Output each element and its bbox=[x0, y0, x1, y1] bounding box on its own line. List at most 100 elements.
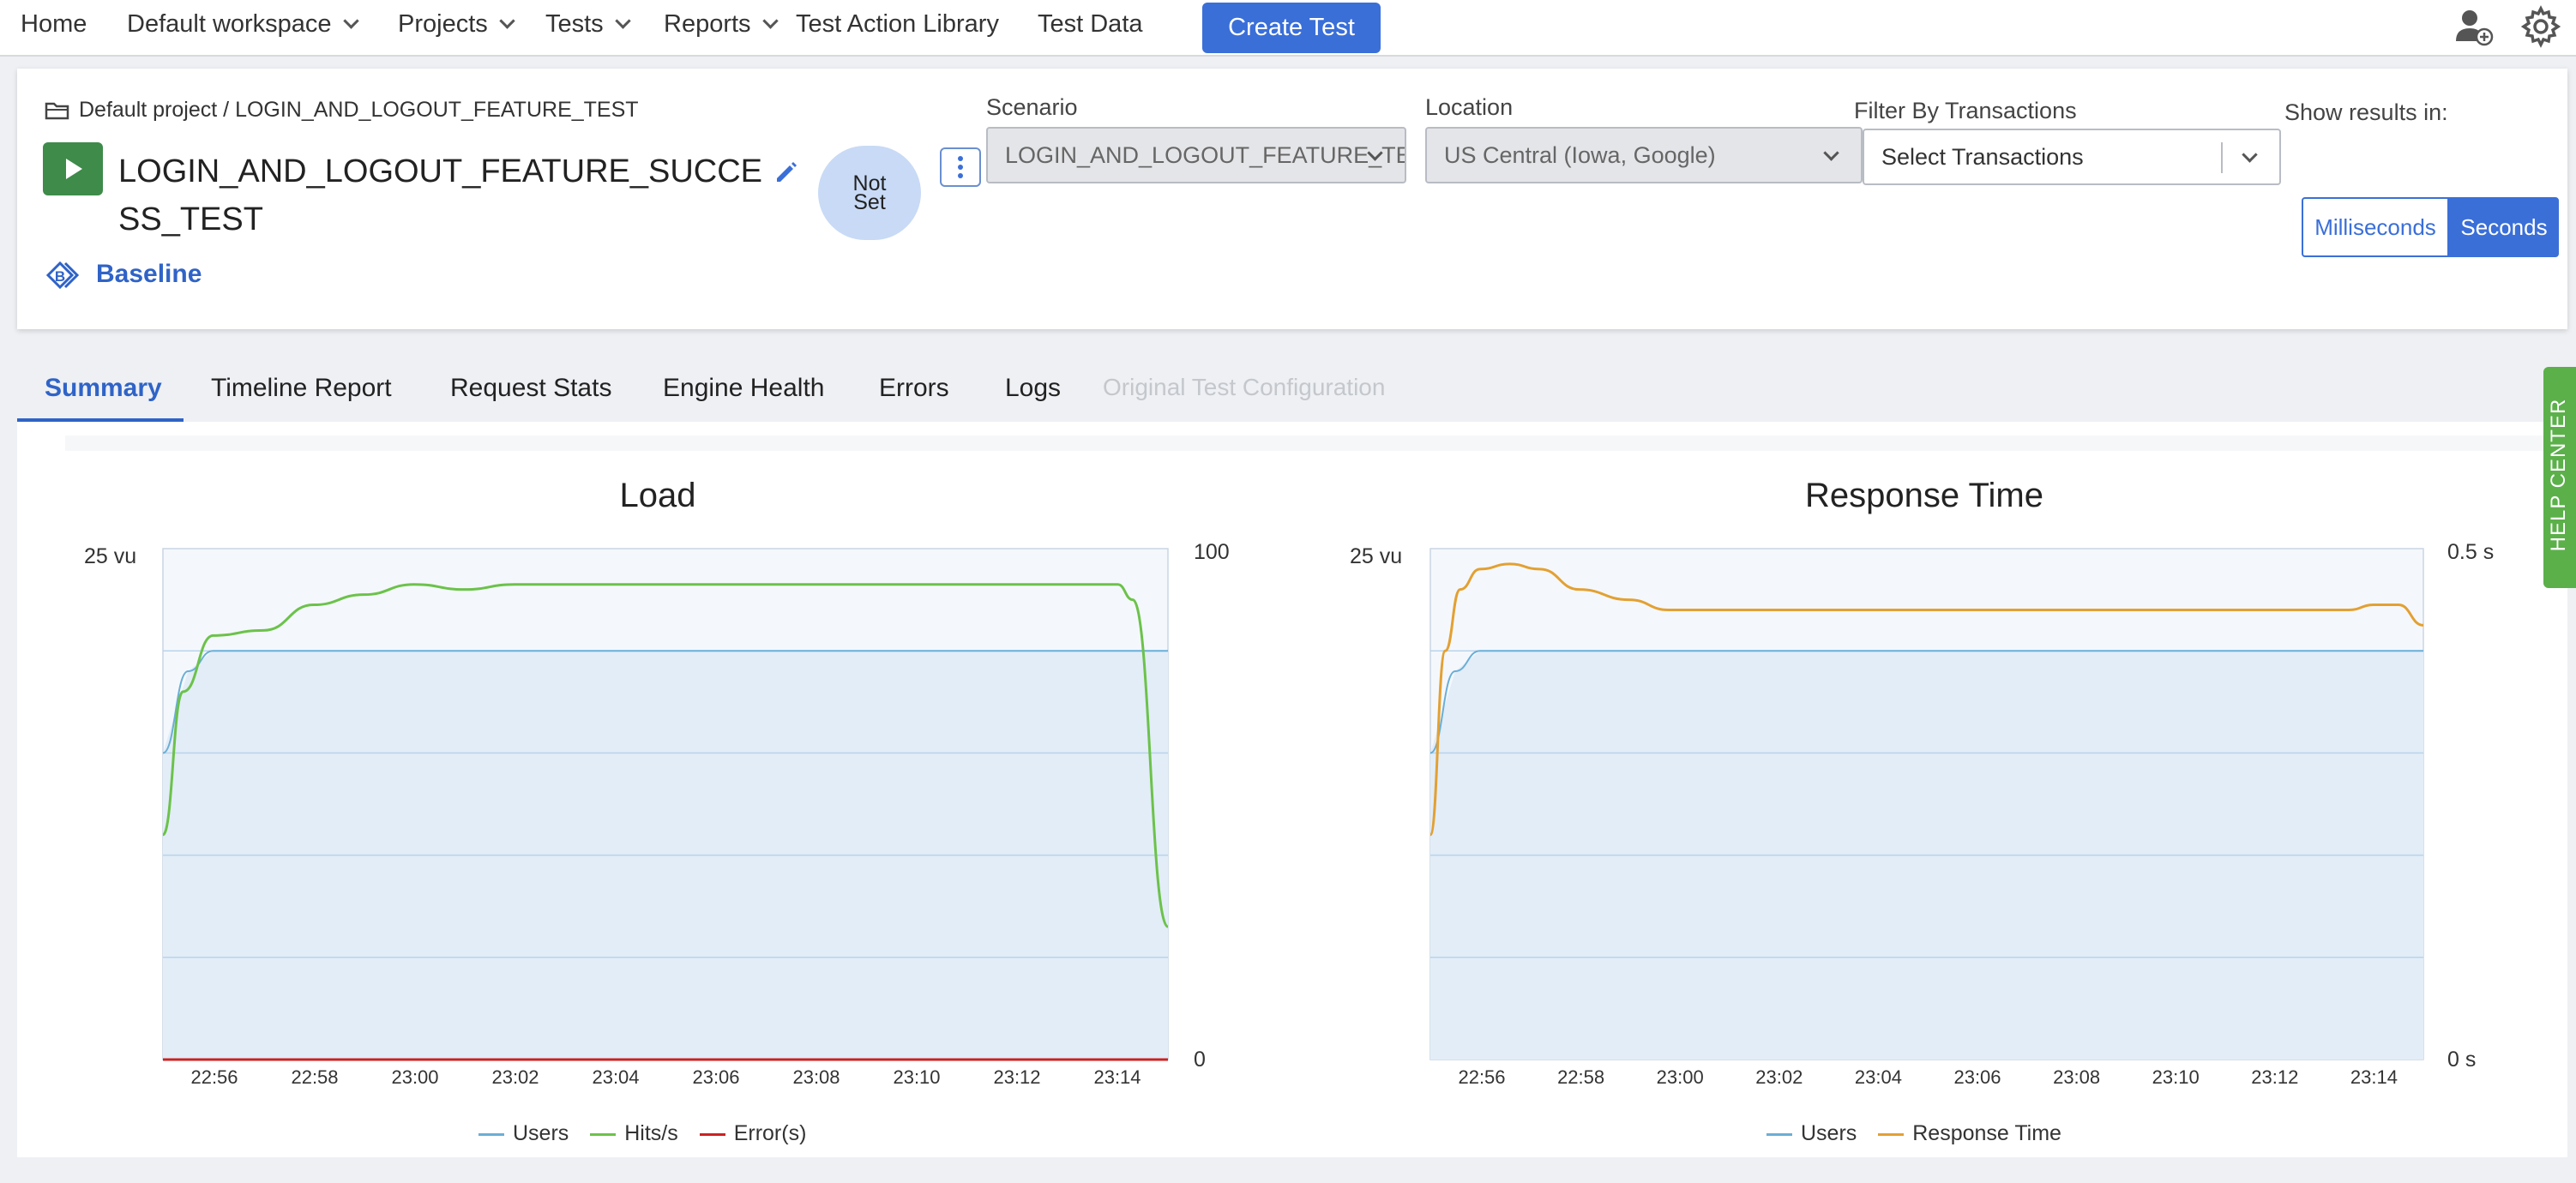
nav-tests[interactable]: Tests bbox=[545, 10, 631, 39]
baseline-label: Baseline bbox=[96, 259, 202, 288]
chevron-down-icon bbox=[499, 13, 515, 29]
add-user-icon[interactable] bbox=[2453, 5, 2495, 48]
x-tick-label: 23:00 bbox=[391, 1066, 439, 1088]
test-header-card: Default project / LOGIN_AND_LOGOUT_FEATU… bbox=[17, 69, 2567, 329]
nav-reports[interactable]: Reports bbox=[664, 10, 779, 39]
scenario-select: LOGIN_AND_LOGOUT_FEATURE_TEST bbox=[986, 127, 1406, 183]
legend-swatch bbox=[1878, 1132, 1905, 1136]
tab-original-test-configuration: Original Test Configuration bbox=[1103, 374, 1386, 400]
x-tick-label: 23:00 bbox=[1656, 1066, 1704, 1088]
tab-logs[interactable]: Logs bbox=[1005, 374, 1061, 403]
x-tick-label: 23:06 bbox=[692, 1066, 740, 1088]
chevron-down-icon bbox=[614, 13, 631, 29]
run-test-button[interactable] bbox=[43, 142, 103, 195]
x-tick-label: 22:56 bbox=[190, 1066, 238, 1088]
x-tick-label: 23:14 bbox=[1093, 1066, 1141, 1088]
x-tick-label: 23:10 bbox=[893, 1066, 941, 1088]
nav-reports-label: Reports bbox=[664, 10, 751, 38]
chevron-down-icon bbox=[761, 13, 779, 29]
baseline-link[interactable]: B Baseline bbox=[45, 259, 202, 291]
help-center-tab[interactable]: HELP CENTER bbox=[2543, 367, 2576, 588]
x-tick-label: 22:58 bbox=[1557, 1066, 1605, 1088]
status-line-2: Set bbox=[853, 190, 886, 214]
x-tick-label: 23:04 bbox=[1854, 1066, 1902, 1088]
create-test-button[interactable]: Create Test bbox=[1202, 3, 1381, 53]
load-left-axis-label: 25 vu bbox=[84, 544, 137, 568]
x-tick-label: 23:12 bbox=[993, 1066, 1041, 1088]
tab-request-stats[interactable]: Request Stats bbox=[450, 374, 611, 403]
summary-strip bbox=[65, 435, 2552, 451]
tab-engine-health[interactable]: Engine Health bbox=[663, 374, 824, 403]
response-time-plot-area bbox=[1429, 548, 2424, 1060]
breadcrumb-project[interactable]: Default project bbox=[79, 98, 217, 122]
legend-errors[interactable]: Error(s) bbox=[734, 1121, 807, 1145]
nav-test-action-library[interactable]: Test Action Library bbox=[796, 10, 999, 39]
nav-workspace-label: Default workspace bbox=[127, 10, 332, 38]
filter-transactions-select[interactable]: Select Transactions bbox=[1863, 129, 2281, 185]
load-right-axis-top: 100 bbox=[1194, 540, 1230, 564]
x-tick-label: 23:12 bbox=[2251, 1066, 2299, 1088]
folder-icon bbox=[45, 103, 69, 120]
rt-left-axis-label: 25 vu bbox=[1350, 544, 1403, 568]
load-legend: Users Hits/s Error(s) bbox=[463, 1121, 806, 1146]
legend-swatch bbox=[1766, 1132, 1792, 1136]
x-tick-label: 23:02 bbox=[491, 1066, 539, 1088]
tab-timeline-report[interactable]: Timeline Report bbox=[211, 374, 392, 403]
tab-summary[interactable]: Summary bbox=[45, 374, 162, 403]
legend-swatch bbox=[590, 1132, 617, 1136]
more-options-button[interactable] bbox=[940, 147, 981, 187]
location-value: US Central (Iowa, Google) bbox=[1444, 142, 1716, 168]
load-chart-title: Load bbox=[619, 477, 696, 514]
chevron-down-icon bbox=[342, 13, 359, 29]
x-tick-label: 23:04 bbox=[592, 1066, 640, 1088]
x-tick-label: 22:58 bbox=[291, 1066, 339, 1088]
test-name: LOGIN_AND_LOGOUT_FEATURE_SUCCESS_TEST bbox=[118, 153, 763, 237]
gear-icon[interactable] bbox=[2519, 5, 2562, 48]
x-tick-label: 23:14 bbox=[2350, 1066, 2398, 1088]
nav-test-data[interactable]: Test Data bbox=[1038, 10, 1143, 39]
chevron-down-icon bbox=[1823, 145, 1839, 161]
legend-swatch bbox=[478, 1132, 504, 1136]
legend-hits[interactable]: Hits/s bbox=[624, 1121, 678, 1145]
load-plot-area bbox=[161, 548, 1170, 1061]
breadcrumb-separator: / bbox=[223, 98, 230, 122]
filter-transactions-label: Filter By Transactions bbox=[1854, 98, 2077, 123]
svg-text:B: B bbox=[55, 268, 65, 285]
x-tick-label: 23:08 bbox=[2053, 1066, 2101, 1088]
help-center-label: HELP CENTER bbox=[2547, 398, 2570, 552]
nav-projects-label: Projects bbox=[398, 10, 488, 38]
x-tick-label: 23:10 bbox=[2152, 1066, 2200, 1088]
response-time-legend: Users Response Time bbox=[1751, 1121, 2061, 1146]
legend-response-time[interactable]: Response Time bbox=[1912, 1121, 2061, 1145]
seconds-toggle[interactable]: Seconds bbox=[2449, 197, 2559, 257]
response-time-chart-title: Response Time bbox=[1805, 477, 2043, 514]
rt-right-axis-top: 0.5 s bbox=[2447, 540, 2495, 564]
edit-pencil-icon[interactable] bbox=[772, 158, 799, 185]
rt-right-axis-bottom: 0 s bbox=[2447, 1048, 2477, 1072]
scenario-label: Scenario bbox=[986, 94, 1078, 120]
filter-transactions-placeholder: Select Transactions bbox=[1881, 144, 2084, 170]
legend-swatch bbox=[699, 1132, 725, 1136]
nav-tests-label: Tests bbox=[545, 10, 604, 38]
chevron-down-icon bbox=[2242, 147, 2258, 163]
x-tick-label: 23:08 bbox=[792, 1066, 840, 1088]
breadcrumb-test[interactable]: LOGIN_AND_LOGOUT_FEATURE_TEST bbox=[235, 98, 638, 122]
x-tick-label: 22:56 bbox=[1458, 1066, 1506, 1088]
load-right-axis-bottom: 0 bbox=[1194, 1048, 1206, 1072]
status-badge[interactable]: Not Set bbox=[818, 146, 921, 240]
milliseconds-toggle[interactable]: Milliseconds bbox=[2302, 197, 2449, 257]
location-label: Location bbox=[1425, 94, 1514, 120]
nav-projects[interactable]: Projects bbox=[398, 10, 515, 39]
legend-users[interactable]: Users bbox=[513, 1121, 569, 1145]
tab-errors[interactable]: Errors bbox=[879, 374, 949, 403]
top-navigation-bar: Home Default workspace Projects Tests Re… bbox=[0, 0, 2576, 57]
nav-workspace[interactable]: Default workspace bbox=[127, 10, 359, 39]
x-tick-label: 23:06 bbox=[1953, 1066, 2001, 1088]
legend-users[interactable]: Users bbox=[1801, 1121, 1857, 1145]
breadcrumb: Default project / LOGIN_AND_LOGOUT_FEATU… bbox=[45, 98, 639, 123]
x-tick-label: 23:02 bbox=[1755, 1066, 1803, 1088]
show-results-label: Show results in: bbox=[2284, 99, 2448, 125]
nav-home[interactable]: Home bbox=[21, 10, 87, 39]
report-tabs: Summary Timeline Report Request Stats En… bbox=[17, 351, 2567, 422]
baseline-icon: B bbox=[45, 261, 80, 290]
